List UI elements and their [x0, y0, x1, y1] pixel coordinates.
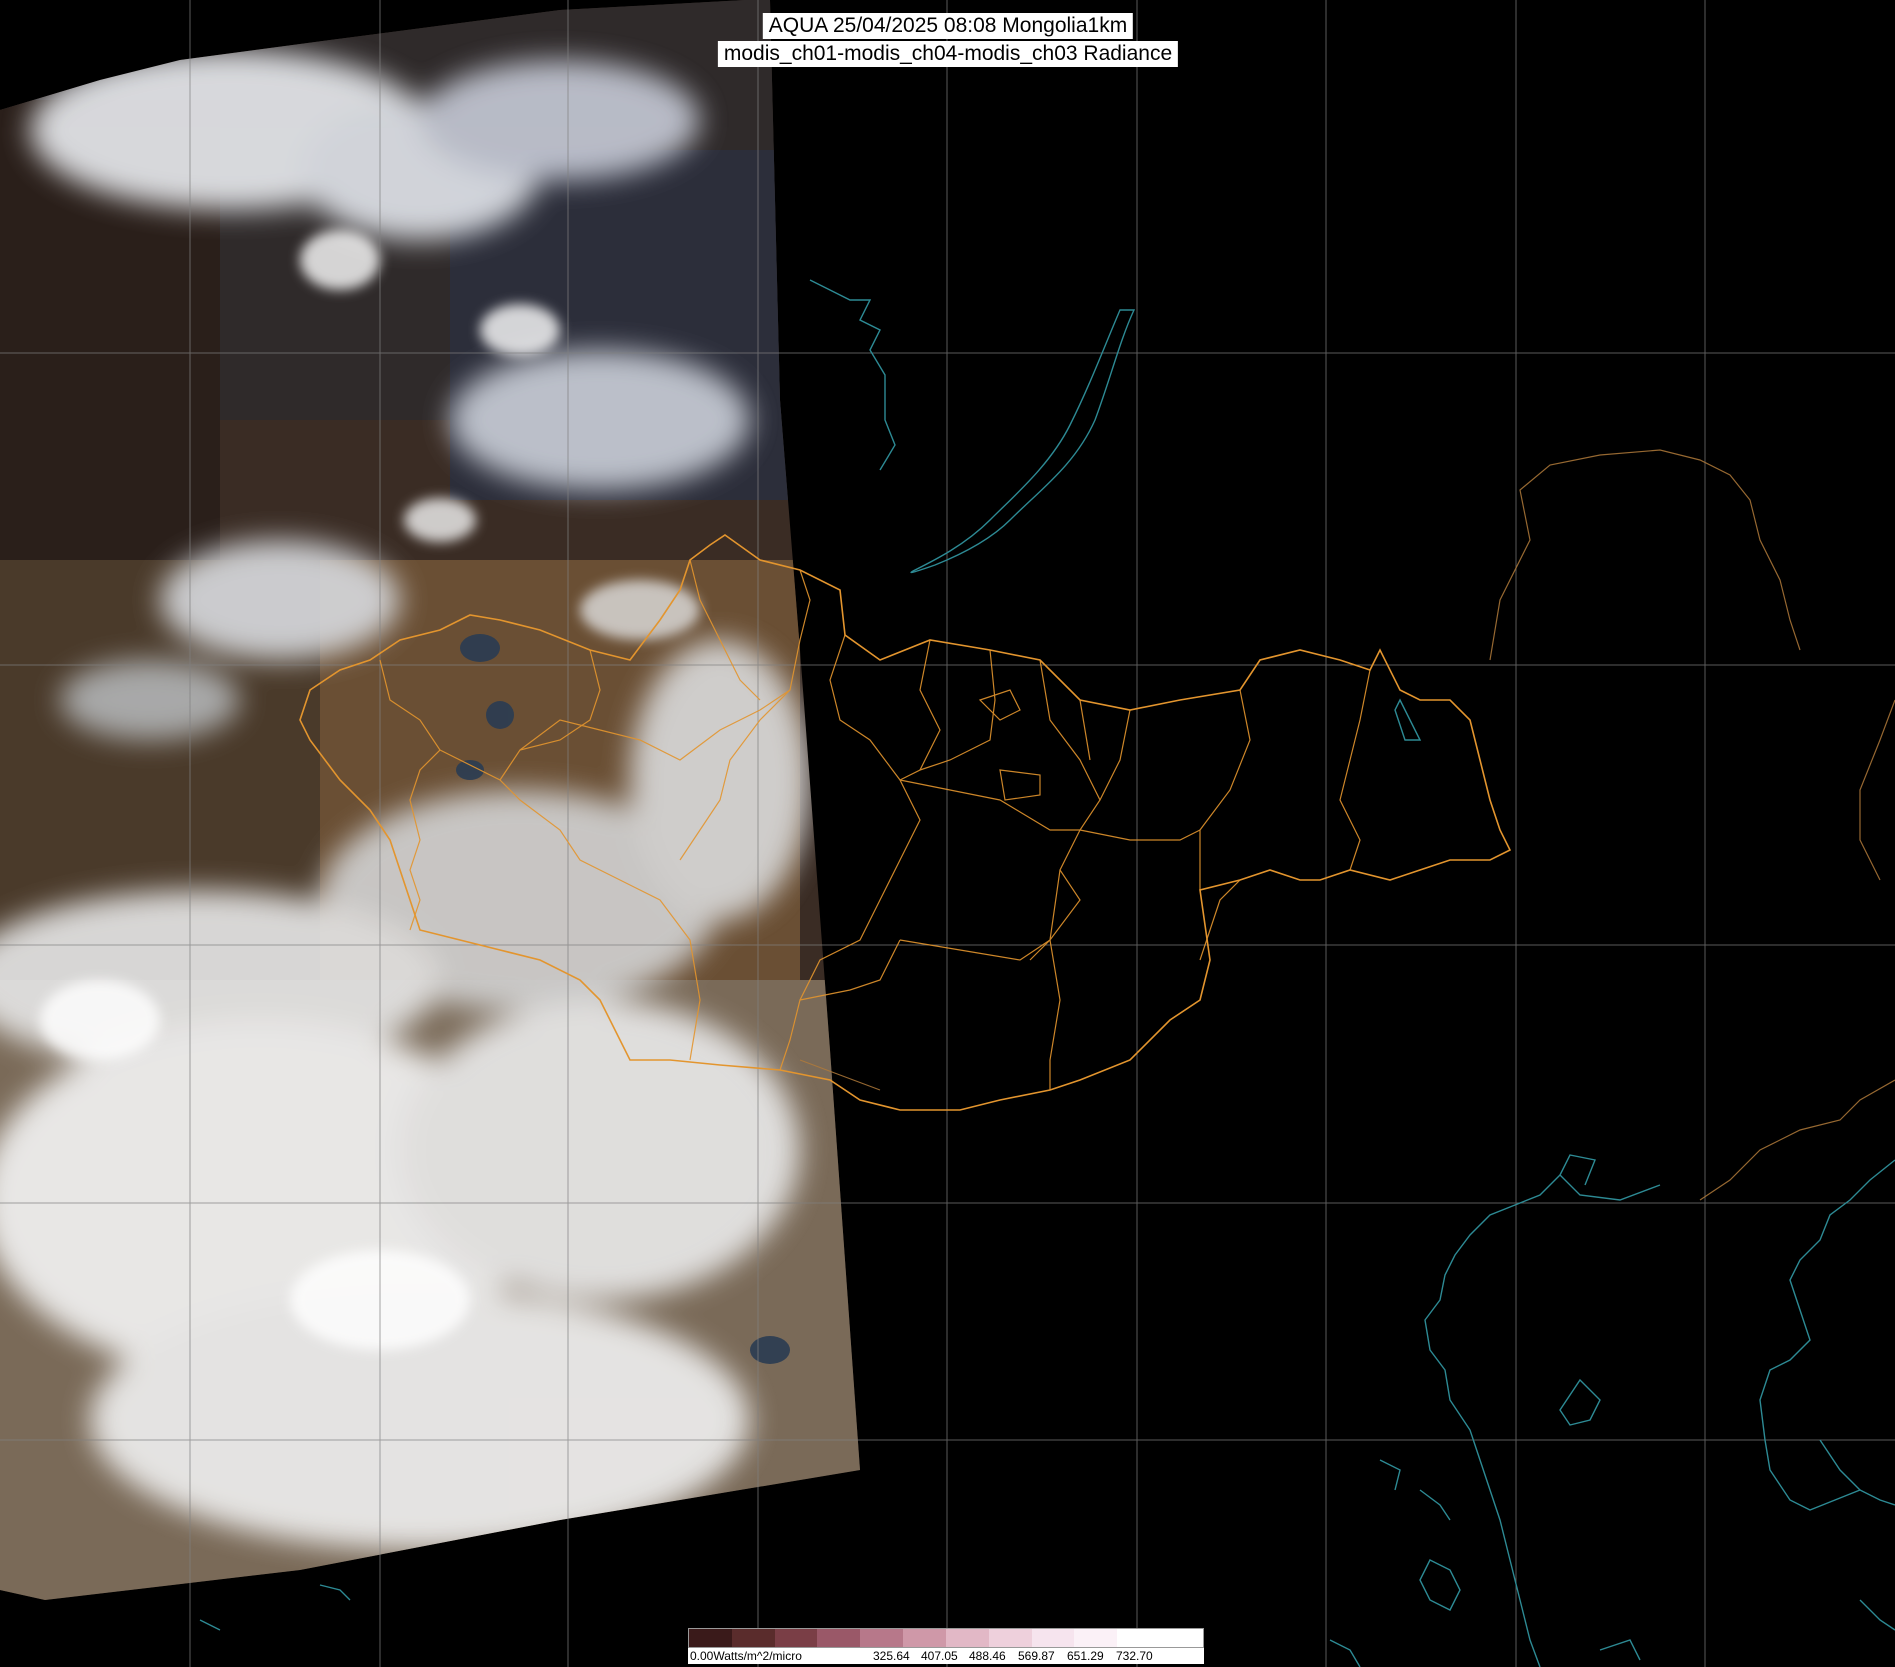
legend-swatch [817, 1629, 861, 1647]
legend-label: 732.70 [1116, 1649, 1153, 1663]
legend-label: 651.29 [1067, 1649, 1104, 1663]
satellite-swath [0, 0, 860, 1600]
legend-label: 325.64 [873, 1649, 910, 1663]
radiance-legend: 0.00Watts/m^2/micro 325.64 407.05 488.46… [688, 1628, 1204, 1666]
legend-label: 488.46 [969, 1649, 1006, 1663]
legend-swatch [903, 1629, 946, 1647]
legend-colorbar [688, 1628, 1204, 1648]
satellite-map[interactable] [0, 0, 1895, 1667]
legend-label: 0.00Watts/m^2/micro [690, 1649, 802, 1663]
legend-swatch [1031, 1629, 1075, 1647]
legend-swatch [860, 1629, 904, 1647]
legend-swatch [689, 1629, 732, 1647]
legend-swatch [731, 1629, 775, 1647]
legend-labels: 0.00Watts/m^2/micro 325.64 407.05 488.46… [688, 1648, 1204, 1664]
map-subtitle: modis_ch01-modis_ch04-modis_ch03 Radianc… [717, 41, 1179, 67]
legend-swatch [945, 1629, 989, 1647]
legend-swatch [1160, 1629, 1203, 1647]
legend-label: 407.05 [921, 1649, 958, 1663]
legend-swatch [1117, 1629, 1161, 1647]
legend-swatch [988, 1629, 1032, 1647]
legend-swatch [774, 1629, 818, 1647]
legend-label: 569.87 [1018, 1649, 1055, 1663]
map-title: AQUA 25/04/2025 08:08 Mongolia1km [762, 13, 1134, 39]
legend-swatch [1074, 1629, 1118, 1647]
